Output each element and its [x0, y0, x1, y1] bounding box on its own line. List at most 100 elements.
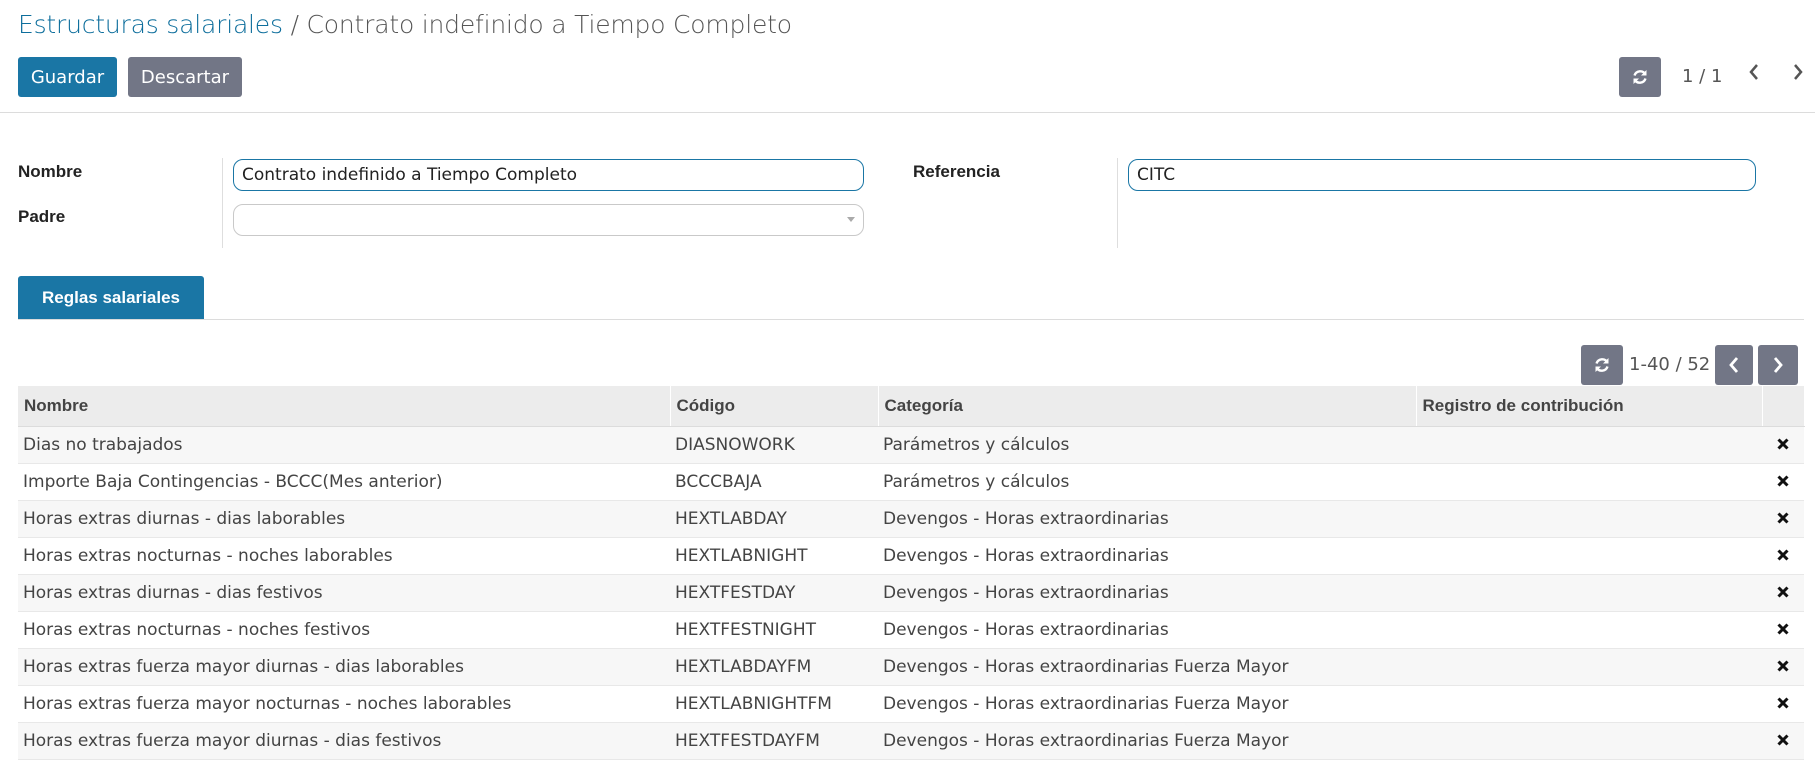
next-record-button[interactable] — [1790, 62, 1806, 87]
refresh-button[interactable] — [1619, 57, 1661, 97]
discard-button[interactable]: Descartar — [128, 57, 242, 97]
parent-select[interactable] — [233, 204, 864, 236]
breadcrumb-separator: / — [282, 10, 307, 39]
cell-code[interactable]: HEXTFESTDAY — [670, 574, 878, 612]
tab-salary-rules[interactable]: Reglas salariales — [18, 276, 204, 319]
cell-contribution[interactable] — [1416, 426, 1762, 464]
cell-category[interactable]: Parámetros y cálculos — [878, 463, 1416, 501]
parent-label: Padre — [18, 207, 66, 226]
list-pager: 1-40 / 52 — [1629, 354, 1711, 375]
chevron-right-icon — [1794, 64, 1803, 80]
cell-category[interactable]: Devengos - Horas extraordinarias — [878, 537, 1416, 575]
cell-contribution[interactable] — [1416, 685, 1762, 723]
table-row[interactable]: Horas extras fuerza mayor nocturnas - no… — [18, 685, 1804, 723]
cell-contribution[interactable] — [1416, 574, 1762, 612]
cell-contribution[interactable] — [1416, 722, 1762, 760]
delete-icon — [1777, 475, 1789, 487]
list-next-button[interactable] — [1758, 345, 1798, 385]
cell-category[interactable]: Devengos - Horas extraordinarias — [878, 574, 1416, 612]
cell-name[interactable]: Horas extras nocturnas - noches laborabl… — [18, 537, 670, 575]
reference-input[interactable]: CITC — [1128, 159, 1756, 191]
chevron-left-icon — [1749, 64, 1758, 80]
cell-name[interactable]: Horas extras nocturnas - noches festivos — [18, 611, 670, 649]
cell-name[interactable]: Horas extras fuerza mayor nocturnas - no… — [18, 685, 670, 723]
refresh-icon — [1633, 70, 1647, 84]
salary-rules-table: Nombre Código Categoría Registro de cont… — [18, 386, 1805, 760]
list-previous-button[interactable] — [1715, 345, 1753, 385]
column-header-category[interactable]: Categoría — [878, 386, 1417, 427]
table-row[interactable]: Horas extras fuerza mayor diurnas - dias… — [18, 648, 1804, 686]
breadcrumb-current: Contrato indefinido a Tiempo Completo — [306, 10, 792, 39]
delete-icon — [1777, 660, 1789, 672]
delete-row-button[interactable] — [1762, 574, 1804, 612]
delete-row-button[interactable] — [1762, 500, 1804, 538]
column-header-code[interactable]: Código — [670, 386, 879, 427]
breadcrumb: Estructuras salariales / Contrato indefi… — [18, 10, 792, 39]
delete-row-button[interactable] — [1762, 426, 1804, 464]
cell-name[interactable]: Horas extras fuerza mayor diurnas - dias… — [18, 648, 670, 686]
caret-down-icon — [847, 217, 855, 222]
chevron-right-icon — [1773, 357, 1783, 373]
column-header-name[interactable]: Nombre — [18, 386, 671, 427]
cell-category[interactable]: Devengos - Horas extraordinarias Fuerza … — [878, 722, 1416, 760]
previous-record-button[interactable] — [1746, 62, 1762, 87]
table-row[interactable]: Horas extras diurnas - dias laborables HE… — [18, 500, 1804, 538]
table-row[interactable]: Horas extras nocturnas - noches festivos… — [18, 611, 1804, 649]
cell-category[interactable]: Devengos - Horas extraordinarias Fuerza … — [878, 648, 1416, 686]
header-divider — [0, 112, 1815, 113]
cell-contribution[interactable] — [1416, 463, 1762, 501]
cell-code[interactable]: DIASNOWORK — [670, 426, 878, 464]
table-header-row: Nombre Código Categoría Registro de cont… — [18, 386, 1805, 427]
cell-code[interactable]: HEXTLABNIGHT — [670, 537, 878, 575]
cell-name[interactable]: Horas extras fuerza mayor diurnas - dias… — [18, 722, 670, 760]
delete-row-button[interactable] — [1762, 648, 1804, 686]
cell-contribution[interactable] — [1416, 500, 1762, 538]
record-pager: 1 / 1 — [1682, 66, 1723, 87]
cell-category[interactable]: Parámetros y cálculos — [878, 426, 1416, 464]
delete-row-button[interactable] — [1762, 537, 1804, 575]
cell-category[interactable]: Devengos - Horas extraordinarias — [878, 500, 1416, 538]
table-row[interactable]: Horas extras nocturnas - noches laborabl… — [18, 537, 1804, 575]
table-row[interactable]: Dias no trabajados DIASNOWORK Parámetros y… — [18, 426, 1804, 464]
cell-code[interactable]: HEXTFESTNIGHT — [670, 611, 878, 649]
table-row[interactable]: Importe Baja Contingencias - BCCC(Mes an… — [18, 463, 1804, 501]
table-row[interactable]: Horas extras fuerza mayor diurnas - dias… — [18, 722, 1804, 760]
delete-row-button[interactable] — [1762, 463, 1804, 501]
delete-icon — [1777, 623, 1789, 635]
save-button[interactable]: Guardar — [18, 57, 117, 97]
delete-icon — [1777, 549, 1789, 561]
cell-code[interactable]: HEXTLABDAY — [670, 500, 878, 538]
column-header-actions — [1762, 386, 1805, 427]
refresh-icon — [1595, 358, 1609, 372]
cell-code[interactable]: HEXTLABNIGHTFM — [670, 685, 878, 723]
form-divider-left — [222, 158, 223, 248]
delete-icon — [1777, 586, 1789, 598]
delete-row-button[interactable] — [1762, 722, 1804, 760]
list-refresh-button[interactable] — [1581, 345, 1623, 385]
cell-code[interactable]: HEXTFESTDAYFM — [670, 722, 878, 760]
name-label: Nombre — [18, 162, 83, 181]
cell-contribution[interactable] — [1416, 611, 1762, 649]
cell-contribution[interactable] — [1416, 648, 1762, 686]
delete-icon — [1777, 438, 1789, 450]
chevron-left-icon — [1729, 357, 1739, 373]
cell-contribution[interactable] — [1416, 537, 1762, 575]
table-row[interactable]: Horas extras diurnas - dias festivos HEXT… — [18, 574, 1804, 612]
delete-row-button[interactable] — [1762, 685, 1804, 723]
cell-name[interactable]: Dias no trabajados — [18, 426, 670, 464]
cell-code[interactable]: HEXTLABDAYFM — [670, 648, 878, 686]
form-divider-right — [1117, 158, 1118, 248]
cell-name[interactable]: Horas extras diurnas - dias laborables — [18, 500, 670, 538]
cell-category[interactable]: Devengos - Horas extraordinarias — [878, 611, 1416, 649]
cell-code[interactable]: BCCCBAJA — [670, 463, 878, 501]
name-input[interactable]: Contrato indefinido a Tiempo Completo — [233, 159, 864, 191]
cell-name[interactable]: Horas extras diurnas - dias festivos — [18, 574, 670, 612]
reference-label: Referencia — [913, 162, 1000, 181]
delete-icon — [1777, 697, 1789, 709]
delete-row-button[interactable] — [1762, 611, 1804, 649]
cell-category[interactable]: Devengos - Horas extraordinarias Fuerza … — [878, 685, 1416, 723]
cell-name[interactable]: Importe Baja Contingencias - BCCC(Mes an… — [18, 463, 670, 501]
breadcrumb-parent-link[interactable]: Estructuras salariales — [18, 10, 283, 39]
tab-divider — [18, 319, 1804, 320]
column-header-contribution[interactable]: Registro de contribución — [1416, 386, 1763, 427]
